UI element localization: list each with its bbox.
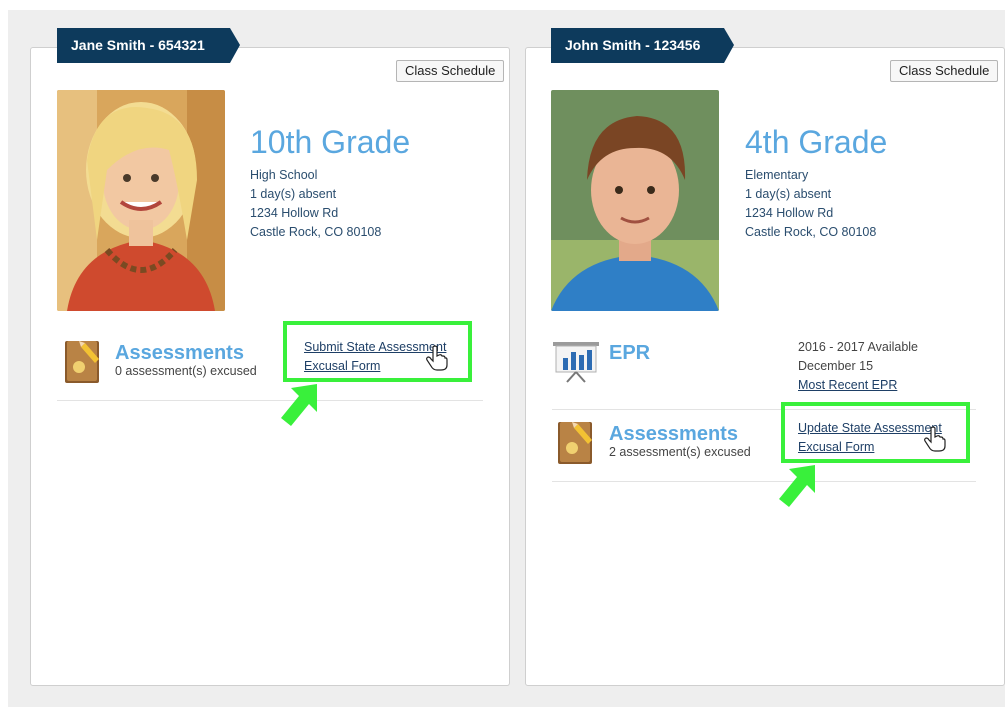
epr-availability: 2016 - 2017 Available December 15 (798, 338, 918, 376)
address-line2: Castle Rock, CO 80108 (250, 225, 382, 239)
student-card-john: Class Schedule 4th Grade Elementary 1 da… (525, 47, 1005, 686)
hand-pointer-icon (924, 426, 946, 452)
student-tab-jane[interactable]: Jane Smith - 654321 (57, 28, 240, 63)
school-level: Elementary (745, 168, 809, 182)
student-photo (551, 90, 719, 311)
epr-date-text: December 15 (798, 359, 874, 373)
address-line1: 1234 Hollow Rd (250, 206, 339, 220)
most-recent-epr-link[interactable]: Most Recent EPR (798, 376, 897, 395)
assessments-title: Assessments (115, 342, 244, 364)
address-line1: 1234 Hollow Rd (745, 206, 834, 220)
class-schedule-button[interactable]: Class Schedule (890, 60, 999, 82)
school-level: High School (250, 168, 318, 182)
hand-pointer-icon (426, 345, 448, 371)
presentation-chart-icon (551, 340, 601, 389)
student-info: High School 1 day(s) absent 1234 Hollow … (250, 166, 381, 242)
address-line2: Castle Rock, CO 80108 (745, 225, 877, 239)
class-schedule-button[interactable]: Class Schedule (396, 60, 505, 82)
assessment-book-icon (558, 418, 594, 469)
assessments-excused-count: 0 assessment(s) excused (115, 364, 257, 378)
assessments-title: Assessments (609, 423, 738, 445)
epr-title: EPR (609, 342, 651, 364)
section-divider (57, 400, 483, 401)
student-photo (57, 90, 225, 311)
grade-heading: 4th Grade (745, 124, 888, 160)
epr-available-text: 2016 - 2017 Available (798, 340, 919, 354)
grade-heading: 10th Grade (250, 124, 411, 160)
student-info: Elementary 1 day(s) absent 1234 Hollow R… (745, 166, 876, 242)
green-arrow-icon (281, 384, 317, 426)
assessment-book-icon (65, 337, 101, 388)
green-arrow-icon (779, 465, 815, 507)
absence-count: 1 day(s) absent (745, 187, 832, 201)
absence-count: 1 day(s) absent (250, 187, 337, 201)
student-tab-john[interactable]: John Smith - 123456 (551, 28, 734, 63)
section-divider (552, 481, 976, 482)
assessments-excused-count: 2 assessment(s) excused (609, 445, 751, 459)
